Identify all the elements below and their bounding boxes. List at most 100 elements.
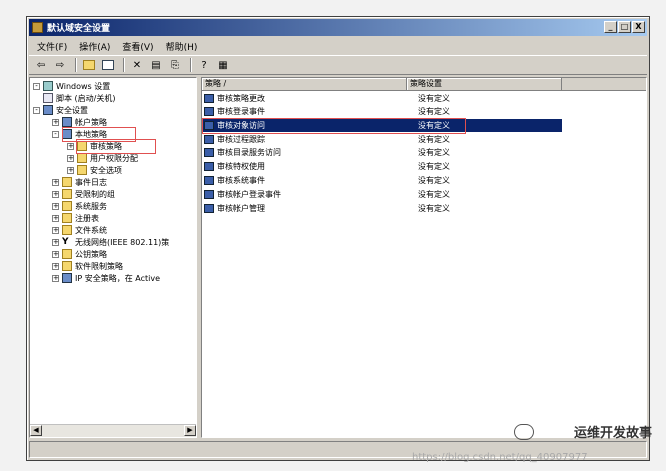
toolbar-separator	[190, 58, 192, 72]
export-icon[interactable]: ⎘	[167, 58, 183, 72]
tree-item-scripts[interactable]: 脚本 (启动/关机)	[43, 92, 115, 104]
expand-icon[interactable]: +	[52, 190, 59, 198]
tree-label: 受限制的组	[75, 189, 115, 199]
row-setting: 没有定义	[418, 148, 450, 157]
expand-icon[interactable]: +	[52, 214, 59, 222]
list-row-logon-events[interactable]: 审核登录事件 没有定义	[202, 105, 562, 118]
row-name: 审核帐户管理	[217, 204, 265, 213]
tree-label: 安全选项	[90, 165, 122, 175]
folder-icon	[62, 201, 72, 211]
collapse-icon[interactable]: -	[33, 106, 40, 114]
help-icon[interactable]: ?	[196, 58, 212, 72]
list-row-system-events[interactable]: 审核系统事件 没有定义	[202, 174, 562, 187]
collapse-icon[interactable]: -	[52, 130, 59, 138]
list-row-account-management[interactable]: 审核帐户管理 没有定义	[202, 202, 562, 215]
list-pane[interactable]: 策略 / 策略设置 审核策略更改 没有定义 审核登录事件 没有定义 审核对象访问…	[201, 77, 647, 438]
list-row-policy-change[interactable]: 审核策略更改 没有定义	[202, 92, 562, 105]
tree-label: 用户权限分配	[90, 153, 138, 163]
expand-icon[interactable]: +	[52, 178, 59, 186]
column-header-policy[interactable]: 策略 /	[202, 78, 407, 90]
list-row-privilege-use[interactable]: 审核特权使用 没有定义	[202, 160, 562, 173]
policy-icon	[204, 148, 214, 157]
menu-file[interactable]: 文件(F)	[31, 40, 73, 53]
expand-icon[interactable]: +	[52, 238, 59, 246]
minimize-button[interactable]: _	[604, 21, 617, 33]
list-header: 策略 / 策略设置	[202, 78, 646, 91]
toolbar: ⇦ ⇨ ✕ ▤ ⎘ ? ▦	[29, 55, 647, 75]
tree-label: 系统服务	[75, 201, 107, 211]
expand-icon[interactable]: +	[52, 118, 59, 126]
row-setting: 没有定义	[418, 107, 450, 116]
tree-item-file-system[interactable]: + 文件系统	[52, 224, 107, 236]
row-setting: 没有定义	[418, 190, 450, 199]
tree-item-system-services[interactable]: + 系统服务	[52, 200, 107, 212]
view-icon[interactable]: ▦	[215, 58, 231, 72]
row-setting: 没有定义	[418, 135, 450, 144]
tree-item-registry[interactable]: + 注册表	[52, 212, 99, 224]
close-button[interactable]: X	[632, 21, 645, 33]
tree-item-ip-security[interactable]: + IP 安全策略，在 Active	[52, 272, 160, 284]
row-setting: 没有定义	[418, 162, 450, 171]
list-row-directory-service[interactable]: 审核目录服务访问 没有定义	[202, 146, 562, 159]
list-row-account-logon[interactable]: 审核帐户登录事件 没有定义	[202, 188, 562, 201]
delete-icon[interactable]: ✕	[129, 58, 145, 72]
policy-icon	[204, 176, 214, 185]
maximize-button[interactable]: □	[618, 21, 631, 33]
scroll-right-icon[interactable]: ▶	[184, 425, 196, 436]
folder-icon	[62, 261, 72, 271]
collapse-icon[interactable]: -	[33, 82, 40, 90]
scroll-left-icon[interactable]: ◀	[30, 425, 42, 436]
tree-label: 事件日志	[75, 177, 107, 187]
toolbar-separator	[75, 58, 77, 72]
title-bar[interactable]: 默认域安全设置 _ □ X	[29, 19, 647, 36]
tree-item-software-restriction[interactable]: + 软件限制策略	[52, 260, 123, 272]
folder-icon	[62, 213, 72, 223]
tree-label: 注册表	[75, 213, 99, 223]
tree-label: 文件系统	[75, 225, 107, 235]
expand-icon[interactable]: +	[52, 250, 59, 258]
folder-icon	[62, 249, 72, 259]
tree-label: 脚本 (启动/关机)	[56, 93, 116, 103]
tree-label: 安全设置	[56, 105, 88, 115]
toolbar-separator	[123, 58, 125, 72]
folder-icon	[77, 165, 87, 175]
row-name: 审核登录事件	[217, 107, 265, 116]
forward-icon[interactable]: ⇨	[52, 58, 68, 72]
tree-label: 帐户策略	[75, 117, 107, 127]
policy-icon	[204, 135, 214, 144]
tree-item-windows-settings[interactable]: - Windows 设置	[33, 80, 110, 92]
properties-icon[interactable]: ▤	[148, 58, 164, 72]
tree-pane[interactable]: - Windows 设置 脚本 (启动/关机) - 安全设置 + 帐户策略 -	[29, 77, 197, 438]
tree-item-public-key[interactable]: + 公钥策略	[52, 248, 107, 260]
tree-item-restricted-groups[interactable]: + 受限制的组	[52, 188, 115, 200]
document-icon	[43, 93, 53, 103]
tree-item-wireless-network[interactable]: + Y 无线网络(IEEE 802.11)策	[52, 236, 169, 248]
tree-item-security-settings[interactable]: - 安全设置	[33, 104, 88, 116]
computer-icon	[43, 81, 53, 91]
up-icon[interactable]	[81, 58, 97, 72]
expand-icon[interactable]: +	[52, 274, 59, 282]
tree-item-security-options[interactable]: + 安全选项	[67, 164, 122, 176]
menu-help[interactable]: 帮助(H)	[160, 40, 204, 53]
expand-icon[interactable]: +	[67, 154, 74, 162]
watermark-text: 运维开发故事	[573, 426, 652, 441]
policy-icon	[204, 162, 214, 171]
tree-label: Windows 设置	[56, 81, 111, 91]
tree-horizontal-scrollbar[interactable]: ◀ ▶	[30, 424, 196, 437]
menu-bar: 文件(F) 操作(A) 查看(V) 帮助(H)	[31, 38, 203, 54]
list-row-process-tracking[interactable]: 审核过程跟踪 没有定义	[202, 133, 562, 146]
show-tree-icon[interactable]	[100, 58, 116, 72]
antenna-icon: Y	[62, 236, 69, 247]
menu-action[interactable]: 操作(A)	[73, 40, 116, 53]
highlight-box-audit-policy	[76, 139, 156, 154]
menu-view[interactable]: 查看(V)	[116, 40, 159, 53]
expand-icon[interactable]: +	[52, 262, 59, 270]
folder-icon	[62, 189, 72, 199]
back-icon[interactable]: ⇦	[33, 58, 49, 72]
expand-icon[interactable]: +	[52, 226, 59, 234]
expand-icon[interactable]: +	[67, 166, 74, 174]
expand-icon[interactable]: +	[67, 142, 74, 150]
tree-item-event-log[interactable]: + 事件日志	[52, 176, 107, 188]
column-header-setting[interactable]: 策略设置	[407, 78, 562, 90]
expand-icon[interactable]: +	[52, 202, 59, 210]
